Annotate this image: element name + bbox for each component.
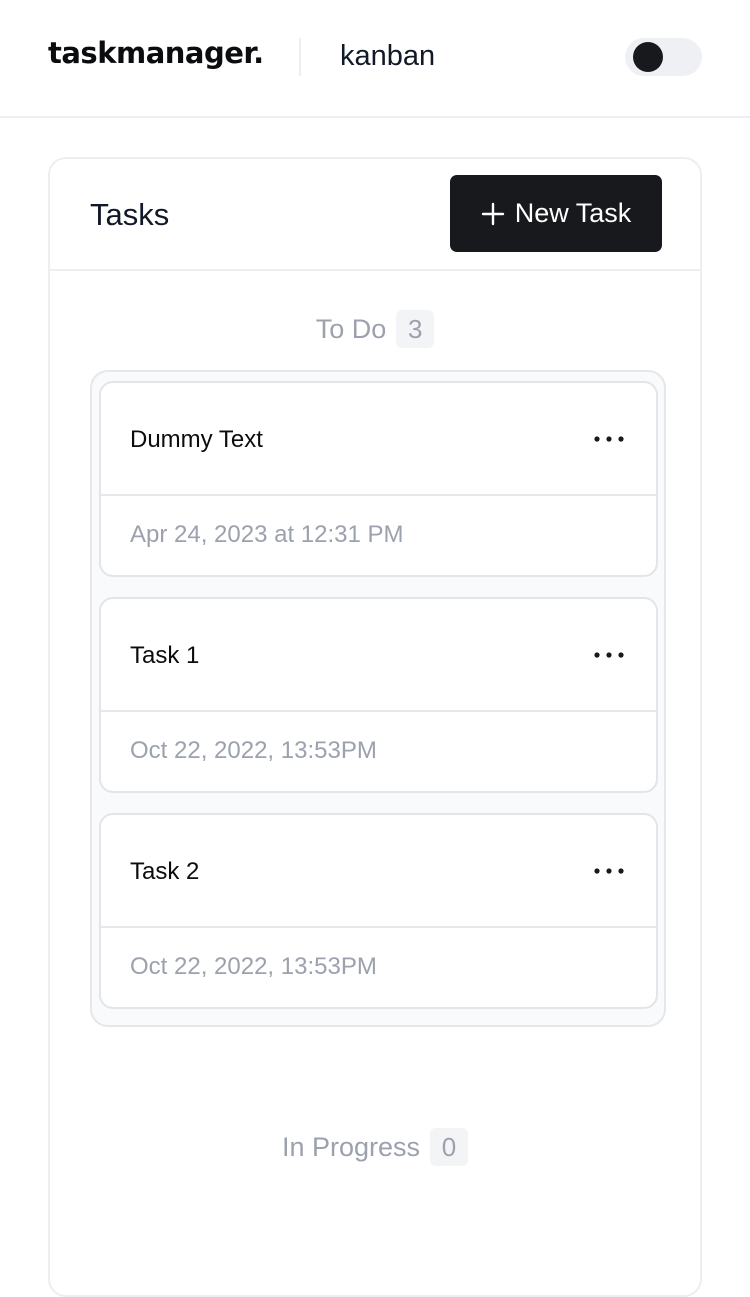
task-date: Oct 22, 2022, 13:53PM <box>130 737 377 764</box>
task-title: Task 2 <box>130 858 200 885</box>
column-header-in-progress: In Progress 0 <box>50 1128 700 1166</box>
more-horizontal-icon[interactable] <box>592 429 626 449</box>
theme-toggle[interactable] <box>625 38 702 76</box>
tasks-panel: Tasks New Task To Do 3 Dummy Text Apr 24… <box>48 157 702 1297</box>
task-card[interactable]: Dummy Text Apr 24, 2023 at 12:31 PM <box>99 381 658 577</box>
panel-header: Tasks New Task <box>50 159 700 271</box>
task-title: Dummy Text <box>130 426 263 453</box>
task-date: Apr 24, 2023 at 12:31 PM <box>130 521 404 548</box>
new-task-label: New Task <box>514 198 632 228</box>
app-logo[interactable]: taskmanager. <box>48 36 264 70</box>
task-card-header: Dummy Text <box>101 383 656 496</box>
plus-icon <box>481 202 504 225</box>
toggle-knob-icon <box>633 42 663 72</box>
app-header: taskmanager. kanban <box>0 0 750 118</box>
task-date: Oct 22, 2022, 13:53PM <box>130 953 377 980</box>
panel-title: Tasks <box>90 197 170 232</box>
more-horizontal-icon[interactable] <box>592 861 626 881</box>
header-divider <box>299 38 301 76</box>
task-card[interactable]: Task 1 Oct 22, 2022, 13:53PM <box>99 597 658 793</box>
column-title: In Progress <box>281 1131 421 1162</box>
column-title: To Do <box>315 313 387 344</box>
column-count-badge: 0 <box>430 1128 469 1166</box>
column-header-todo: To Do 3 <box>50 310 700 348</box>
more-horizontal-icon[interactable] <box>592 645 626 665</box>
board-name: kanban <box>340 40 436 72</box>
task-card[interactable]: Task 2 Oct 22, 2022, 13:53PM <box>99 813 658 1009</box>
column-count-badge: 3 <box>396 310 435 348</box>
task-list-todo: Dummy Text Apr 24, 2023 at 12:31 PM Task… <box>90 370 666 1027</box>
task-card-header: Task 2 <box>101 815 656 928</box>
task-card-header: Task 1 <box>101 599 656 712</box>
task-title: Task 1 <box>130 642 200 669</box>
new-task-button[interactable]: New Task <box>450 175 662 252</box>
